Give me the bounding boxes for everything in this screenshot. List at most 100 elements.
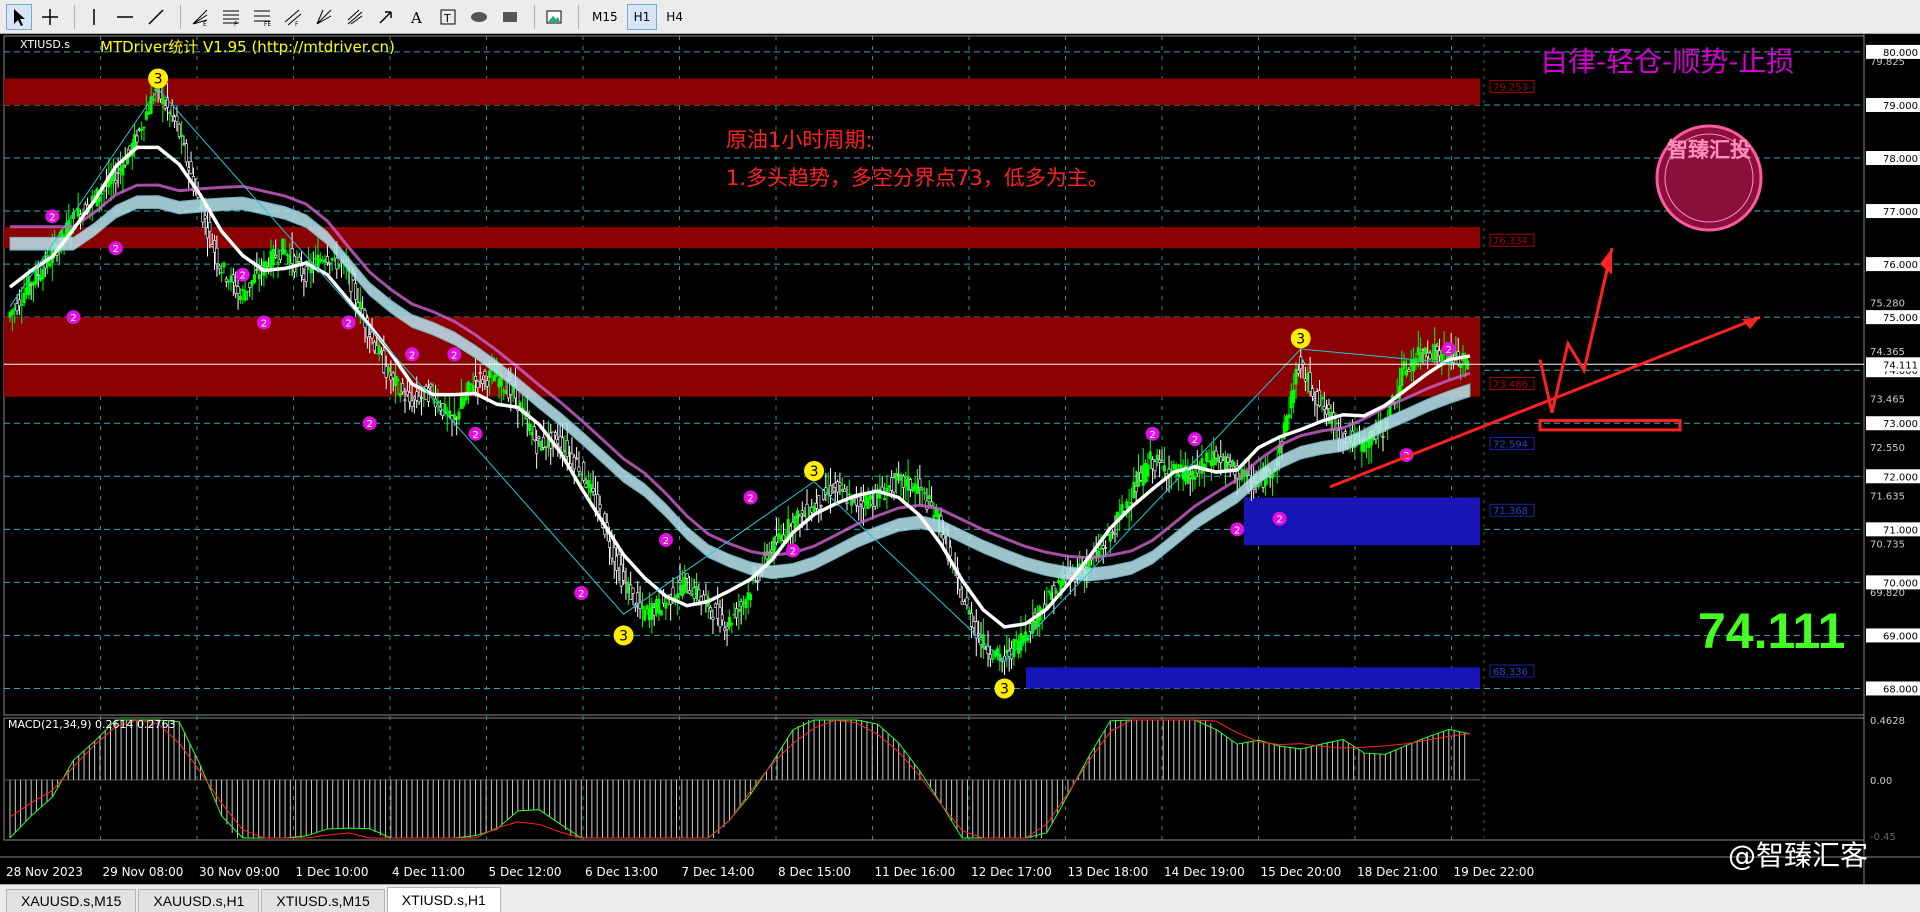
tool-fibo-expansion-button[interactable]: FE	[249, 4, 275, 30]
tool-gann-fan-button[interactable]	[311, 4, 337, 30]
candle-body	[175, 115, 179, 122]
candle-body	[391, 372, 395, 379]
candle-body	[697, 589, 701, 601]
candle-body	[408, 392, 412, 403]
price-scale-label: 73.465	[1870, 395, 1905, 406]
candle-body	[485, 380, 489, 387]
candle-body	[544, 446, 548, 448]
candle-body	[887, 485, 891, 488]
tool-crosshair-button[interactable]	[37, 4, 63, 30]
candle-body	[1426, 352, 1430, 357]
candle-body	[847, 493, 851, 496]
candle-body	[1412, 359, 1416, 372]
candle-body	[448, 410, 452, 417]
pitchfork-icon	[347, 9, 363, 24]
tool-image-button[interactable]	[541, 4, 567, 30]
timeframe-h4-button[interactable]: H4	[659, 4, 690, 30]
tab-xauusd-h1[interactable]: XAUUSD.s,H1	[138, 889, 260, 912]
zone-label: 72.594	[1493, 439, 1528, 450]
candle-body	[173, 116, 177, 122]
candle-body	[224, 278, 228, 282]
candle-body	[984, 647, 988, 650]
candle-body	[372, 341, 376, 351]
candle-body	[384, 366, 388, 378]
time-scale-label: 28 Nov 2023	[6, 865, 83, 879]
candle-body	[1407, 369, 1411, 372]
candle-body	[1144, 462, 1148, 483]
candle-body	[238, 295, 242, 300]
candle-body	[838, 482, 842, 486]
candle-body	[892, 477, 896, 493]
candle-body	[29, 284, 33, 286]
swing-marker-label: 3	[810, 464, 819, 480]
watermark: @智臻汇客	[1728, 839, 1869, 872]
candle-body	[1372, 437, 1376, 441]
candle-body	[121, 164, 125, 176]
tool-horizontal-line-button[interactable]	[112, 4, 138, 30]
candle-body	[1440, 353, 1444, 362]
candle-body	[723, 627, 727, 631]
candle-body	[734, 608, 738, 618]
tool-fibo-fan-button[interactable]: E	[187, 4, 213, 30]
tool-text-label-button[interactable]: T	[435, 4, 461, 30]
chart-window[interactable]: 80.000 79.825 79.000 78.000 77.000 76.000 75.2…	[0, 34, 1920, 884]
tool-fibo-retracement-button[interactable]: F	[218, 4, 244, 30]
candle-body	[285, 254, 289, 257]
tool-vertical-line-button[interactable]	[81, 4, 107, 30]
candle-body	[1400, 368, 1404, 387]
price-scale-label: 69.820	[1870, 588, 1905, 599]
candle-body	[1162, 465, 1166, 472]
tool-text-button[interactable]: A	[404, 4, 430, 30]
candle-body	[1325, 408, 1329, 415]
chart-tabs: XAUUSD.s,M15 XAUUSD.s,H1 XTIUSD.s,M15 XT…	[0, 884, 1920, 912]
candle-body	[615, 555, 619, 571]
candle-body	[248, 282, 252, 288]
swing-marker-label: 3	[154, 71, 163, 87]
candle-body	[278, 249, 282, 260]
timeframe-m15-button[interactable]: M15	[585, 4, 625, 30]
candle-body	[1409, 360, 1413, 367]
candle-body	[800, 510, 804, 514]
indicator-label: MTDriver统计 V1.95 (http://mtdriver.cn)	[100, 38, 395, 56]
tool-trendline-button[interactable]	[143, 4, 169, 30]
candle-body	[655, 599, 659, 612]
macd-scale-label: 0.00	[1870, 776, 1892, 787]
candle-body	[32, 281, 36, 286]
candle-body	[1289, 391, 1293, 409]
swing-marker-label: 2	[663, 536, 669, 547]
tool-fibo-channel-button[interactable]: F	[280, 4, 306, 30]
candle-body	[323, 259, 327, 263]
swing-marker-label: 2	[240, 271, 246, 282]
macd-signal-line	[9, 719, 1471, 839]
candle-body	[1463, 357, 1467, 365]
candle-body	[13, 307, 17, 310]
tab-xtiusd-m15[interactable]: XTIUSD.s,M15	[261, 889, 385, 912]
candle-body	[796, 510, 800, 519]
time-scale-label: 29 Nov 08:00	[103, 865, 184, 879]
candle-body	[920, 488, 924, 491]
candle-body	[833, 482, 837, 488]
candle-body	[927, 495, 931, 500]
candle-body	[977, 633, 981, 636]
tool-rectangle-button[interactable]	[497, 4, 523, 30]
candle-body	[568, 452, 572, 455]
candle-body	[469, 383, 473, 385]
tool-ellipse-button[interactable]	[466, 4, 492, 30]
candle-body	[1014, 639, 1018, 642]
tab-xtiusd-h1[interactable]: XTIUSD.s,H1	[386, 887, 501, 912]
candle-body	[591, 488, 595, 492]
macd-line	[9, 719, 1471, 839]
tab-xauusd-m15[interactable]: XAUUSD.s,M15	[6, 889, 137, 912]
candle-body	[626, 583, 630, 594]
candle-body	[283, 249, 287, 254]
candle-body	[652, 607, 656, 616]
tool-cursor-arrow-button[interactable]	[6, 3, 32, 30]
tool-pitchfork-button[interactable]	[342, 4, 368, 30]
timeframe-h1-button[interactable]: H1	[626, 3, 658, 30]
candle-body	[586, 479, 590, 488]
candle-body	[210, 244, 214, 247]
candle-body	[579, 473, 583, 476]
swing-marker-label: 2	[70, 313, 76, 324]
tool-arrow-button[interactable]	[373, 4, 399, 30]
candle-body	[901, 475, 905, 488]
